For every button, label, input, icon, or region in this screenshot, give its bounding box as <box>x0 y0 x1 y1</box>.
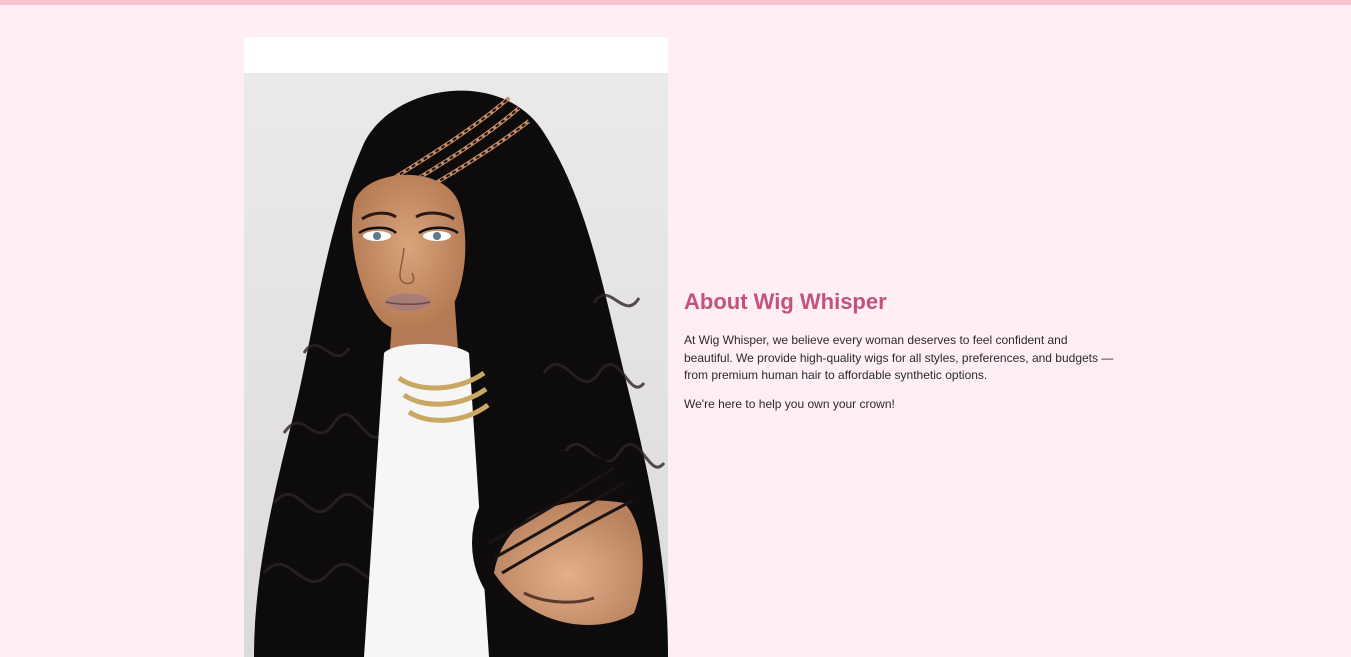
about-text-block: About Wig Whisper At Wig Whisper, we bel… <box>684 288 1114 424</box>
about-paragraph-intro: At Wig Whisper, we believe every woman d… <box>684 333 1114 382</box>
about-section: About Wig Whisper At Wig Whisper, we bel… <box>0 5 1351 657</box>
wig-model-image <box>244 73 668 657</box>
about-title: About Wig Whisper <box>684 289 887 314</box>
about-image-card <box>244 37 668 657</box>
about-paragraph-tagline: We're here to help you own your crown! <box>684 396 895 411</box>
